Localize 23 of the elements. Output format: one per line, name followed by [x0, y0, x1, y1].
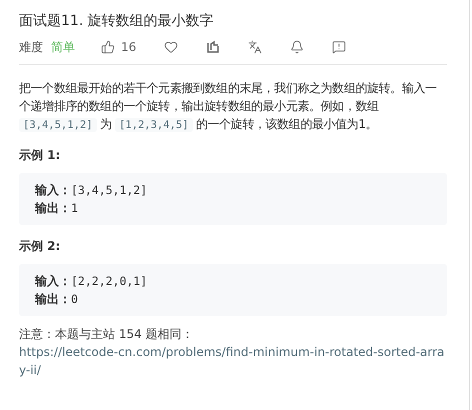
problem-title: 面试题11. 旋转数组的最小数字: [19, 12, 215, 31]
difficulty-value: 简单: [51, 38, 75, 56]
example-label: 输入：: [35, 182, 71, 199]
difficulty-label: 难度: [19, 38, 43, 56]
thumbs-up-icon[interactable]: [101, 40, 115, 54]
example-value: 0: [71, 291, 78, 308]
note-text: 注意：本题与主站 154 题相同：: [19, 326, 195, 343]
example-heading: 示例 2:: [19, 238, 62, 255]
heart-icon[interactable]: [164, 40, 178, 54]
share-icon[interactable]: [206, 40, 220, 54]
example-heading: 示例 1:: [19, 147, 62, 164]
bell-icon[interactable]: [290, 40, 304, 54]
example-label: 输出：: [35, 200, 71, 217]
example-label: 输入：: [35, 273, 71, 290]
example-value: 1: [71, 200, 78, 217]
description-text: 把一个数组最开始的若干个元素搬到数组的末尾，我们称之为数组的旋转。输入一个递增排序的数组的一个旋转，输出旋转数组的最小元素。例如，数组 [3,4,5,1,2] 为 [1,2,3,4,5] 的一个旋转，该数组的最小值为1。: [19, 80, 438, 134]
example-value: [3,4,5,1,2]: [71, 182, 148, 199]
message-alert-icon[interactable]: [332, 40, 346, 54]
translate-icon[interactable]: [248, 40, 262, 54]
example-value: [2,2,2,0,1]: [71, 273, 148, 290]
like-count: 16: [121, 40, 136, 54]
example-label: 输出：: [35, 291, 71, 308]
problem-link[interactable]: https://leetcode-cn.com/problems/find-minimum-in-rotated-sorted-array-ii/: [19, 343, 447, 379]
